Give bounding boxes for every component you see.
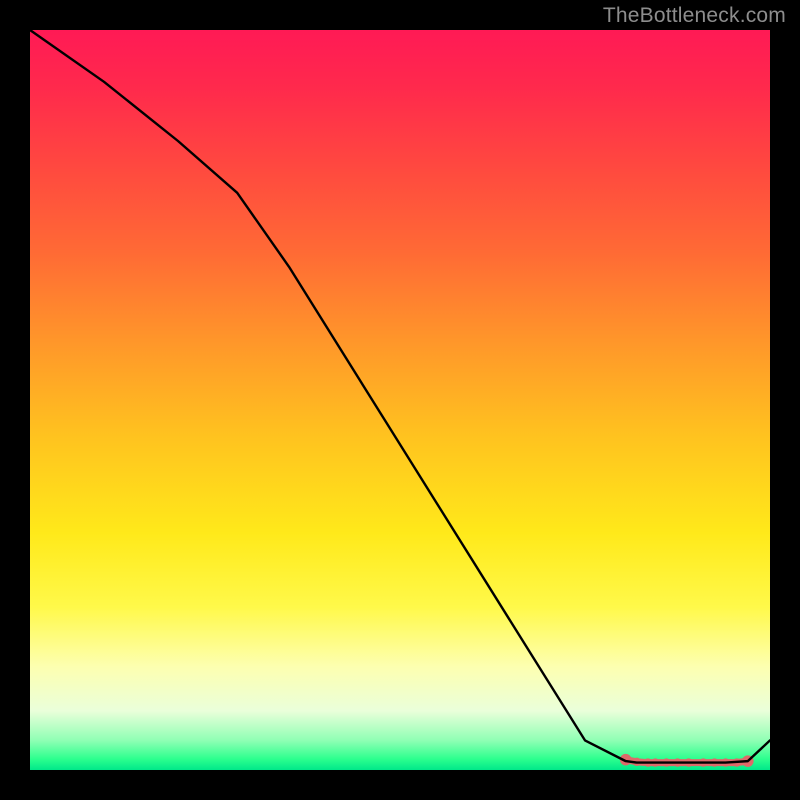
watermark-text: TheBottleneck.com [603,4,786,28]
chart-stage: TheBottleneck.com [0,0,800,800]
plot-area [30,30,770,770]
